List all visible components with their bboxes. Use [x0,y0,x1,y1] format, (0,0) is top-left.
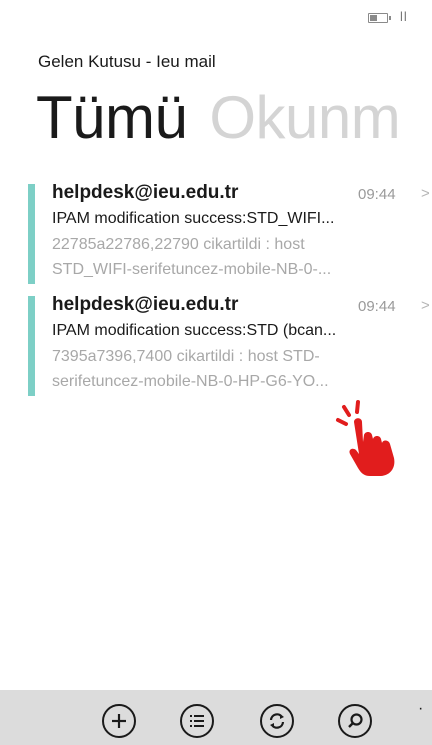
select-button[interactable] [180,704,214,738]
mail-item[interactable]: helpdesk@ieu.edu.tr 09:44 > IPAM modific… [28,294,432,402]
mail-subject: IPAM modification success:STD (bcan... [52,322,337,339]
app-title: Gelen Kutusu - Ieu mail [38,52,216,71]
mail-preview-line: serifetuncez-mobile-NB-0-HP-G6-YO... [52,373,329,390]
hand-pointer-icon [336,400,395,476]
unread-marker [28,296,35,396]
mail-item[interactable]: helpdesk@ieu.edu.tr 09:44 > IPAM modific… [28,182,432,290]
new-mail-button[interactable] [102,704,136,738]
mail-preview-line: STD_WIFI-serifetuncez-mobile-NB-0-... [52,261,332,278]
pivot-unread[interactable]: Okunm [209,84,400,151]
mail-preview-line: 7395a7396,7400 cikartildi : host STD- [52,348,320,365]
app-bar: · [0,690,432,745]
mail-sender: helpdesk@ieu.edu.tr [52,182,239,203]
sync-button[interactable] [260,704,294,738]
mail-time: 09:44 [358,298,396,315]
pivot-all[interactable]: Tümü [36,84,188,151]
search-icon [348,713,363,728]
select-list-icon [190,715,204,727]
signal-indicator: ll [400,9,408,24]
mail-sender: helpdesk@ieu.edu.tr [52,294,239,315]
thread-chevron-icon: > [421,297,430,314]
add-icon [112,714,126,728]
unread-marker [28,184,35,284]
mail-subject: IPAM modification success:STD_WIFI... [52,210,335,227]
sync-icon [269,713,285,729]
search-button[interactable] [338,704,372,738]
mail-time: 09:44 [358,186,396,203]
pivot-header: Tümü Okunm [36,78,401,158]
battery-icon [368,13,391,23]
more-options-button[interactable]: · [418,700,424,718]
status-bar: ll [0,0,432,36]
mail-preview-line: 22785a22786,22790 cikartildi : host [52,236,305,253]
thread-chevron-icon: > [421,185,430,202]
